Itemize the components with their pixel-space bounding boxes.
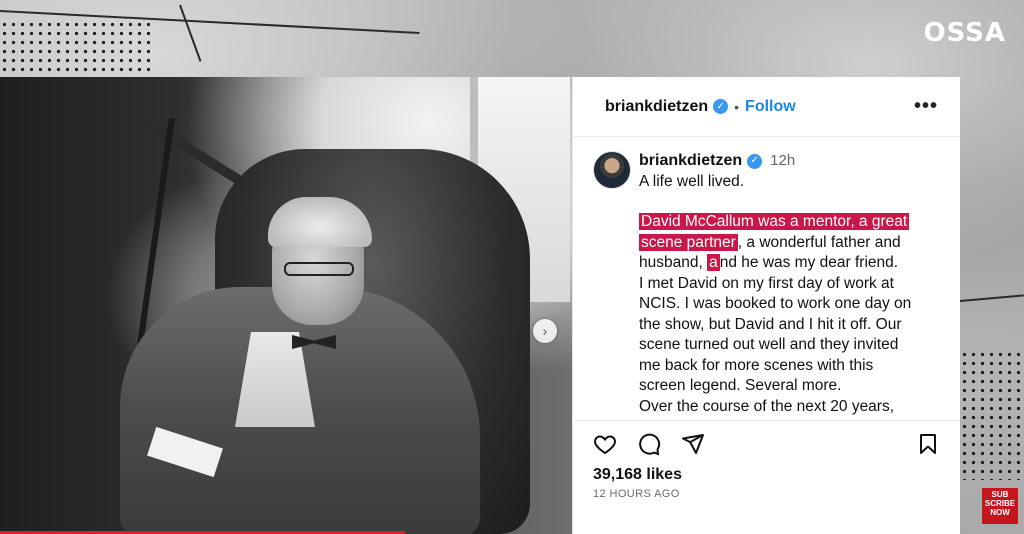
verified-badge-icon: ✓ — [713, 99, 729, 114]
caption: briankdietzen ✓ 12h A life well lived. D… — [639, 151, 911, 420]
caption-line: Over the course of the next 20 years, — [639, 397, 895, 415]
post-actions — [573, 420, 960, 466]
caption-highlight: scene partner — [639, 233, 738, 251]
chevron-right-icon: › — [542, 323, 548, 339]
channel-logo: OSSA — [923, 18, 1006, 48]
background-dot-pattern — [0, 20, 150, 75]
header-separator: • — [734, 98, 740, 115]
header-username[interactable]: briankdietzen — [605, 98, 708, 116]
caption-intro: A life well lived. — [639, 172, 745, 190]
caption-line: scene partner, a wonderful father and — [639, 233, 911, 254]
subscribe-label: SUB — [991, 490, 1009, 499]
caption-meta: briankdietzen ✓ 12h — [639, 151, 911, 172]
caption-highlight: a — [707, 254, 720, 271]
caption-line: the show, but David and I hit it off. Ou… — [639, 315, 902, 333]
subscribe-button[interactable]: SUB SCRIBE NOW — [982, 488, 1018, 524]
more-options-icon[interactable]: ••• — [914, 95, 938, 118]
bookmark-icon[interactable] — [916, 432, 940, 456]
subscribe-label: NOW — [990, 508, 1010, 517]
post-side-panel: briankdietzen ✓ • Follow ••• briankdietz… — [572, 77, 960, 534]
comment-area-spacer — [573, 500, 960, 534]
instagram-post: › briankdietzen ✓ • Follow ••• briankdie… — [0, 77, 960, 534]
caption-text: husband, — [639, 254, 708, 271]
heart-icon[interactable] — [593, 432, 617, 456]
post-timestamp: 12 HOURS AGO — [593, 488, 680, 500]
post-photo: › — [0, 77, 572, 534]
share-icon[interactable] — [681, 432, 705, 456]
caption-highlight: David McCallum was a mentor, a great — [639, 213, 910, 230]
caption-line: I met David on my first day of work at — [639, 274, 894, 292]
caption-line: NCIS. I was booked to work one day on — [639, 295, 912, 312]
caption-line: scene turned out well and they invited — [639, 336, 899, 353]
subscribe-label: SCRIBE — [984, 499, 1016, 508]
comment-icon[interactable] — [637, 432, 661, 456]
verified-badge-icon: ✓ — [747, 153, 763, 169]
avatar[interactable] — [593, 151, 631, 189]
caption-text: , a wonderful father and — [737, 233, 901, 251]
caption-line: husband, a nd he was my dear friend. — [639, 253, 911, 274]
next-photo-button[interactable]: › — [533, 319, 557, 343]
caption-area: briankdietzen ✓ 12h A life well lived. D… — [573, 137, 960, 420]
post-time: 12h — [770, 152, 796, 169]
caption-line: me back for more scenes with this — [639, 356, 874, 374]
like-count[interactable]: 39,168 likes — [573, 466, 960, 484]
background-dot-pattern — [960, 350, 1020, 480]
follow-button[interactable]: Follow — [745, 98, 796, 116]
caption-text: nd he was my dear friend. — [719, 254, 899, 271]
photo-glasses — [284, 262, 354, 276]
caption-line: screen legend. Several more. — [639, 377, 842, 394]
caption-username[interactable]: briankdietzen — [639, 151, 742, 172]
caption-line: David McCallum was a mentor, a great — [639, 212, 911, 233]
post-header: briankdietzen ✓ • Follow ••• — [573, 77, 960, 137]
